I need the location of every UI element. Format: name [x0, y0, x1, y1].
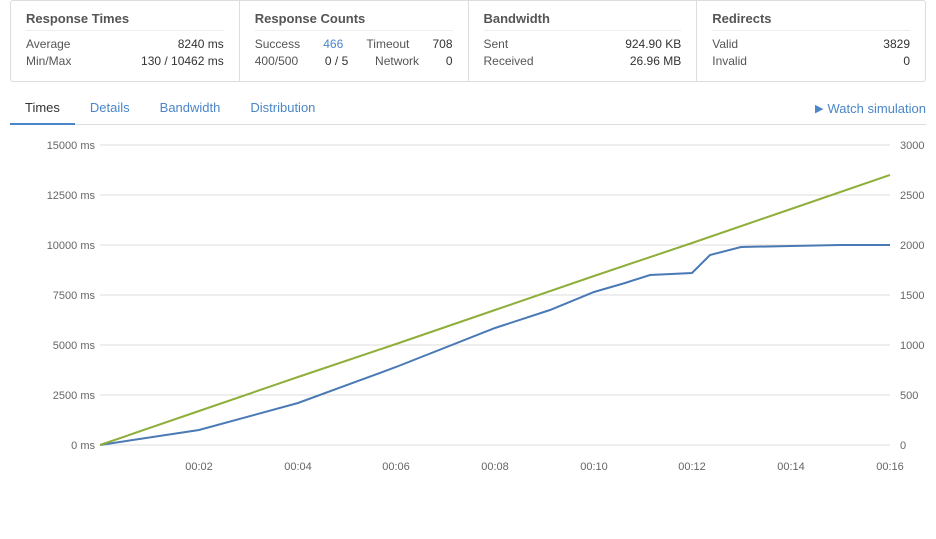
average-value: 8240 ms — [178, 37, 224, 51]
success-label: Success — [255, 37, 300, 51]
received-label: Received — [484, 54, 534, 68]
response-times-box: Response Times Average 8240 ms Min/Max 1… — [11, 1, 240, 81]
svg-text:3000: 3000 — [900, 140, 924, 152]
code400-label: 400/500 — [255, 54, 298, 68]
sent-label: Sent — [484, 37, 509, 51]
invalid-label: Invalid — [712, 54, 747, 68]
svg-text:7500 ms: 7500 ms — [53, 290, 96, 302]
timeout-value: 708 — [432, 37, 452, 51]
svg-text:1500: 1500 — [900, 290, 924, 302]
tab-bandwidth[interactable]: Bandwidth — [145, 92, 236, 125]
response-counts-title: Response Counts — [255, 11, 453, 31]
watch-simulation-button[interactable]: Watch simulation — [815, 101, 926, 116]
network-value: 0 — [446, 54, 453, 68]
svg-text:10000 ms: 10000 ms — [47, 240, 96, 252]
redirects-title: Redirects — [712, 11, 910, 31]
tab-details[interactable]: Details — [75, 92, 145, 125]
svg-text:00:12: 00:12 — [678, 461, 706, 473]
chart-area: 15000 ms 12500 ms 10000 ms 7500 ms 5000 … — [10, 135, 926, 495]
svg-text:00:04: 00:04 — [284, 461, 312, 473]
svg-text:00:16: 00:16 — [876, 461, 904, 473]
valid-value: 3829 — [883, 37, 910, 51]
tab-distribution[interactable]: Distribution — [235, 92, 330, 125]
count-line — [100, 175, 890, 445]
svg-text:2500: 2500 — [900, 190, 924, 202]
bandwidth-title: Bandwidth — [484, 11, 682, 31]
average-label: Average — [26, 37, 70, 51]
chart-svg: 15000 ms 12500 ms 10000 ms 7500 ms 5000 … — [10, 135, 926, 495]
sent-value: 924.90 KB — [625, 37, 681, 51]
svg-text:1000: 1000 — [900, 340, 924, 352]
svg-text:2500 ms: 2500 ms — [53, 390, 96, 402]
response-times-title: Response Times — [26, 11, 224, 31]
minmax-value: 130 / 10462 ms — [141, 54, 224, 68]
tabs-bar: Times Details Bandwidth Distribution Wat… — [10, 92, 926, 125]
minmax-label: Min/Max — [26, 54, 71, 68]
tab-times[interactable]: Times — [10, 92, 75, 125]
svg-text:500: 500 — [900, 390, 918, 402]
network-label: Network — [375, 54, 419, 68]
svg-text:00:02: 00:02 — [185, 461, 213, 473]
svg-text:2000: 2000 — [900, 240, 924, 252]
stats-row: Response Times Average 8240 ms Min/Max 1… — [10, 0, 926, 82]
svg-text:00:08: 00:08 — [481, 461, 509, 473]
svg-text:5000 ms: 5000 ms — [53, 340, 96, 352]
svg-text:12500 ms: 12500 ms — [47, 190, 96, 202]
svg-text:00:10: 00:10 — [580, 461, 608, 473]
bandwidth-box: Bandwidth Sent 924.90 KB Received 26.96 … — [469, 1, 698, 81]
invalid-value: 0 — [903, 54, 910, 68]
success-value: 466 — [323, 37, 343, 51]
response-counts-box: Response Counts Success 466 Timeout 708 … — [240, 1, 469, 81]
timeout-label: Timeout — [366, 37, 409, 51]
svg-text:00:14: 00:14 — [777, 461, 805, 473]
svg-text:00:06: 00:06 — [382, 461, 410, 473]
received-value: 26.96 MB — [630, 54, 681, 68]
svg-text:0: 0 — [900, 440, 906, 452]
redirects-box: Redirects Valid 3829 Invalid 0 — [697, 1, 925, 81]
code400-value: 0 / 5 — [325, 54, 348, 68]
valid-label: Valid — [712, 37, 738, 51]
svg-text:15000 ms: 15000 ms — [47, 140, 96, 152]
svg-text:0 ms: 0 ms — [71, 440, 95, 452]
chart-container: 15000 ms 12500 ms 10000 ms 7500 ms 5000 … — [10, 135, 926, 495]
